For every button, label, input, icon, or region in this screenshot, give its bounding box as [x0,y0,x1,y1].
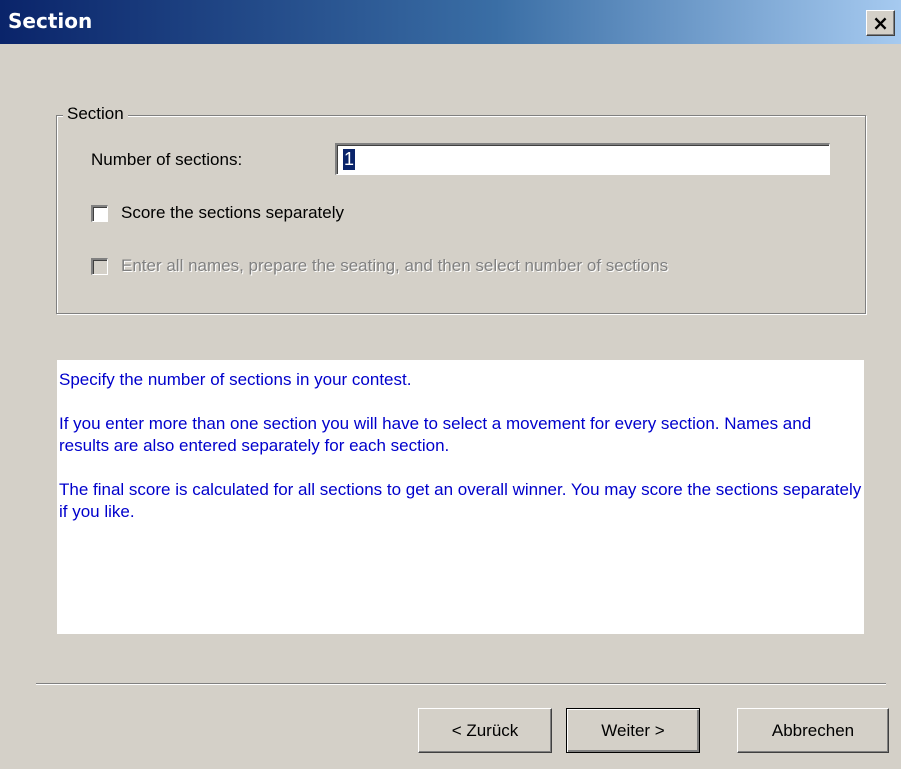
back-button[interactable]: < Zurück [418,708,552,753]
info-paragraph: The final score is calculated for all se… [59,480,862,521]
number-of-sections-input[interactable]: 1 [335,143,830,175]
score-separately-label: Score the sections separately [121,203,345,222]
info-panel: Specify the number of sections in your c… [57,360,864,634]
next-button[interactable]: Weiter > [566,708,700,753]
enter-names-first-option: Enter all names, prepare the seating, an… [91,256,668,276]
enter-names-first-checkbox [91,257,108,275]
close-button[interactable]: × [866,10,895,36]
score-separately-checkbox[interactable] [91,204,108,222]
close-icon: × [872,11,889,35]
info-paragraph: Specify the number of sections in your c… [59,370,412,389]
enter-names-first-label: Enter all names, prepare the seating, an… [121,256,669,275]
number-of-sections-value: 1 [343,149,356,170]
section-group-legend: Section [63,104,128,124]
window-title: Section [8,9,93,33]
title-bar: Section × [0,0,901,44]
button-separator [36,683,886,685]
score-separately-option[interactable]: Score the sections separately [91,203,344,223]
info-paragraph: If you enter more than one section you w… [59,414,812,455]
number-of-sections-label: Number of sections: [91,150,243,169]
cancel-button[interactable]: Abbrechen [737,708,889,753]
